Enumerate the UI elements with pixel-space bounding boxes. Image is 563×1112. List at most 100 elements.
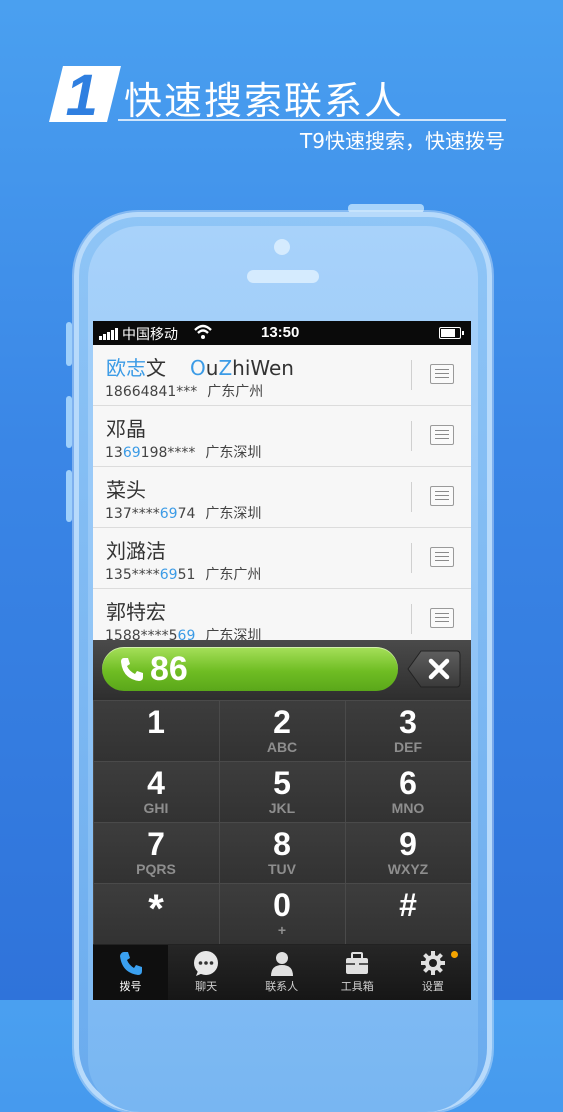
contact-location: 广东广州 <box>207 384 264 400</box>
phone-screen: 中国移动 13:50 欧志文 OuZhiWen 18664841*** 广东广州 邓晶 1… <box>93 321 471 1000</box>
keypad-key-8[interactable]: 8 TUV <box>219 822 346 884</box>
status-time: 13:50 <box>261 324 300 341</box>
key-number: 1 <box>147 704 165 740</box>
contact-row[interactable]: 菜头 137****6974 广东深圳 <box>93 467 471 528</box>
key-number: 4 <box>147 765 165 801</box>
tab-chat[interactable]: 聊天 <box>169 945 244 1000</box>
contact-phone: 135****6951 <box>105 567 196 583</box>
row-separator <box>411 421 412 451</box>
key-letters: PQRS <box>136 861 176 877</box>
dial-bar: 86 <box>93 640 471 700</box>
contact-name: 菜头 <box>106 478 146 502</box>
front-camera <box>274 239 290 255</box>
tab-gear[interactable]: 设置 <box>395 945 470 1000</box>
chat-icon <box>169 949 244 977</box>
mute-switch <box>66 322 72 366</box>
contact-detail: 137****6974 广东深圳 <box>105 503 261 523</box>
contact-phone: 18664841*** <box>105 384 198 400</box>
keypad: 1 2 ABC 3 DEF 4 GHI 5 JKL 6 MNO 7 PQRS 8 TUV 9 WXYZ * 0 + # <box>93 700 471 945</box>
contact-icon <box>244 949 319 977</box>
contact-location: 广东广州 <box>205 567 262 583</box>
key-letters: ABC <box>266 739 298 755</box>
keypad-key-0[interactable]: 0 + <box>219 883 346 945</box>
dial-icon <box>93 949 168 977</box>
contact-results-list: 欧志文 OuZhiWen 18664841*** 广东广州 邓晶 1369198**** 广… <box>93 345 471 650</box>
header-divider <box>118 119 506 121</box>
gear-icon <box>395 949 470 977</box>
key-number: 2 <box>273 704 291 740</box>
tab-label: 设置 <box>421 980 444 993</box>
carrier-name: 中国移动 <box>122 326 178 342</box>
key-number: 8 <box>273 826 291 862</box>
keypad-key-3[interactable]: 3 DEF <box>345 700 471 762</box>
contact-row[interactable]: 欧志文 OuZhiWen 18664841*** 广东广州 <box>93 345 471 406</box>
keypad-key-1[interactable]: 1 <box>93 700 220 762</box>
earpiece-speaker <box>247 270 319 283</box>
key-number: # <box>399 887 417 923</box>
status-bar: 中国移动 13:50 <box>93 321 471 345</box>
keypad-key-2[interactable]: 2 ABC <box>219 700 346 762</box>
contact-detail-icon[interactable] <box>430 425 454 445</box>
contact-pinyin: OuZhiWen <box>190 356 294 380</box>
contact-detail-icon[interactable] <box>430 608 454 628</box>
key-letters: GHI <box>143 800 169 816</box>
tab-toolbox[interactable]: 工具箱 <box>320 945 395 1000</box>
tab-label: 聊天 <box>195 980 218 993</box>
key-number: * <box>148 887 164 931</box>
battery-icon <box>439 327 464 339</box>
contact-detail: 1369198**** 广东深圳 <box>105 442 261 462</box>
tab-label: 联系人 <box>265 980 299 993</box>
keypad-key-6[interactable]: 6 MNO <box>345 761 471 823</box>
contact-name: 郭特宏 <box>106 600 166 624</box>
contact-phone: 137****6974 <box>105 506 196 522</box>
row-separator <box>411 360 412 390</box>
contact-phone: 1369198**** <box>105 445 196 461</box>
key-letters: + <box>277 922 287 938</box>
backspace-button[interactable] <box>407 649 461 689</box>
key-letters: MNO <box>391 800 425 816</box>
key-number: 0 <box>273 887 291 923</box>
tab-label: 拨号 <box>119 980 142 993</box>
keypad-key-7[interactable]: 7 PQRS <box>93 822 220 884</box>
tab-label: 工具箱 <box>340 980 374 993</box>
contact-name: 刘潞洁 <box>106 539 166 563</box>
key-number: 9 <box>399 826 417 862</box>
contact-row[interactable]: 刘潞洁 135****6951 广东广州 <box>93 528 471 589</box>
key-number: 6 <box>399 765 417 801</box>
dialed-digits: 86 <box>150 650 188 688</box>
tab-dial[interactable]: 拨号 <box>93 945 168 1000</box>
contact-name: 欧志文 OuZhiWen <box>106 356 294 380</box>
row-separator <box>411 482 412 512</box>
key-letters: WXYZ <box>387 861 429 877</box>
key-number: 3 <box>399 704 417 740</box>
volume-up-button <box>66 396 72 448</box>
tab-contact[interactable]: 联系人 <box>244 945 319 1000</box>
phone-icon <box>121 658 143 681</box>
headline: 快速搜索联系人 <box>124 79 405 123</box>
keypad-key-5[interactable]: 5 JKL <box>219 761 346 823</box>
carrier: 中国移动 <box>99 324 178 344</box>
call-button[interactable]: 86 <box>102 647 398 691</box>
key-letters: TUV <box>268 861 296 877</box>
step-number: 1 <box>65 63 98 128</box>
keypad-key-9[interactable]: 9 WXYZ <box>345 822 471 884</box>
contact-detail-icon[interactable] <box>430 486 454 506</box>
tab-bar: 拨号 聊天 联系人 工具箱 设置 <box>93 945 471 1000</box>
row-separator <box>411 604 412 634</box>
keypad-key-hash[interactable]: # <box>345 883 471 945</box>
contact-location: 广东深圳 <box>205 506 262 522</box>
wifi-icon <box>194 324 212 339</box>
row-separator <box>411 543 412 573</box>
key-letters: JKL <box>268 800 296 816</box>
subheadline: T9快速搜索，快速拨号 <box>300 129 505 153</box>
contact-detail-icon[interactable] <box>430 364 454 384</box>
volume-down-button <box>66 470 72 522</box>
contact-detail: 18664841*** 广东广州 <box>105 381 263 401</box>
contact-detail-icon[interactable] <box>430 547 454 567</box>
signal-icon <box>99 328 118 340</box>
contact-row[interactable]: 邓晶 1369198**** 广东深圳 <box>93 406 471 467</box>
keypad-key-star[interactable]: * <box>93 883 220 945</box>
toolbox-icon <box>320 949 395 977</box>
keypad-key-4[interactable]: 4 GHI <box>93 761 220 823</box>
step-number-badge: 1 <box>49 63 121 128</box>
